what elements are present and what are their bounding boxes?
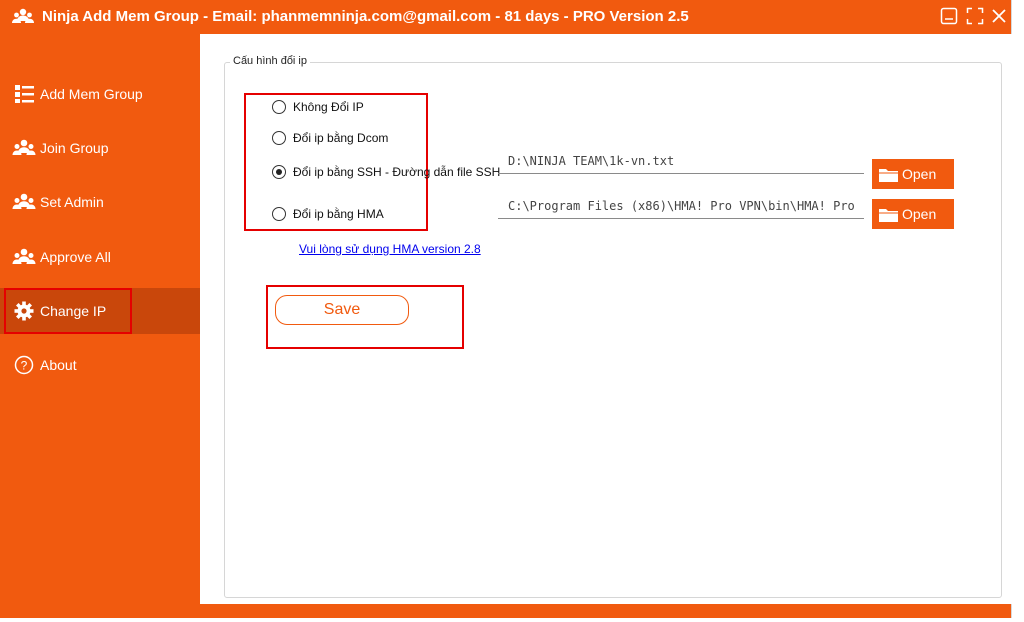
groupbox-title: Cấu hình đổi ip — [230, 55, 310, 67]
radio-button[interactable] — [272, 131, 286, 145]
hma-version-link[interactable]: Vui lòng sử dụng HMA version 2.8 — [299, 242, 481, 256]
sidebar-item-about[interactable]: ? About — [0, 342, 200, 388]
close-icon[interactable] — [990, 7, 1008, 25]
sidebar-item-label: Approve All — [40, 249, 111, 265]
open-ssh-file-button[interactable]: Open — [872, 159, 954, 189]
app-window: Ninja Add Mem Group - Email: phanmemninj… — [0, 0, 1012, 618]
sidebar-item-approve-all[interactable]: Approve All — [0, 234, 200, 280]
users-icon — [12, 248, 36, 264]
sidebar-item-label: Add Mem Group — [40, 86, 143, 102]
sidebar-item-add-mem-group[interactable]: Add Mem Group — [0, 71, 200, 117]
hma-path-field[interactable]: C:\Program Files (x86)\HMA! Pro VPN\bin\… — [498, 195, 864, 219]
maximize-icon[interactable] — [966, 7, 984, 25]
users-icon — [12, 139, 36, 155]
ssh-file-path-field[interactable]: D:\NINJA TEAM\1k-vn.txt — [498, 150, 864, 174]
gear-icon — [14, 301, 34, 321]
minimize-icon[interactable] — [940, 7, 958, 25]
save-button[interactable]: Save — [275, 295, 409, 325]
sidebar-item-label: About — [40, 357, 77, 373]
title-bar: Ninja Add Mem Group - Email: phanmemninj… — [0, 0, 1012, 34]
sidebar-item-label: Change IP — [40, 303, 107, 319]
radio-label: Không Đổi IP — [293, 100, 364, 114]
radio-label: Đổi ip bằng Dcom — [293, 131, 389, 145]
list-icon — [15, 85, 34, 103]
radio-label: Đổi ip bằng SSH - Đường dẫn file SSH — [293, 165, 501, 179]
radio-button[interactable] — [272, 165, 286, 179]
help-icon: ? — [14, 355, 34, 375]
radio-button[interactable] — [272, 207, 286, 221]
sidebar-item-label: Join Group — [40, 140, 109, 156]
sidebar-item-label: Set Admin — [40, 194, 104, 210]
open-button-label: Open — [902, 206, 937, 222]
sidebar-item-change-ip[interactable]: Change IP — [0, 288, 200, 334]
change-ip-panel: Cấu hình đổi ip Không Đổi IP Đổi ip bằng… — [200, 34, 1012, 604]
folder-icon — [879, 169, 899, 182]
radio-label: Đổi ip bằng HMA — [293, 207, 384, 221]
users-icon — [12, 193, 36, 209]
open-hma-path-button[interactable]: Open — [872, 199, 954, 229]
folder-icon — [879, 209, 899, 222]
users-icon — [12, 8, 34, 23]
sidebar-item-set-admin[interactable]: Set Admin — [0, 179, 200, 225]
open-button-label: Open — [902, 166, 937, 182]
radio-button[interactable] — [272, 100, 286, 114]
window-title: Ninja Add Mem Group - Email: phanmemninj… — [42, 8, 689, 25]
sidebar-item-join-group[interactable]: Join Group — [0, 125, 200, 171]
svg-text:?: ? — [21, 359, 28, 373]
